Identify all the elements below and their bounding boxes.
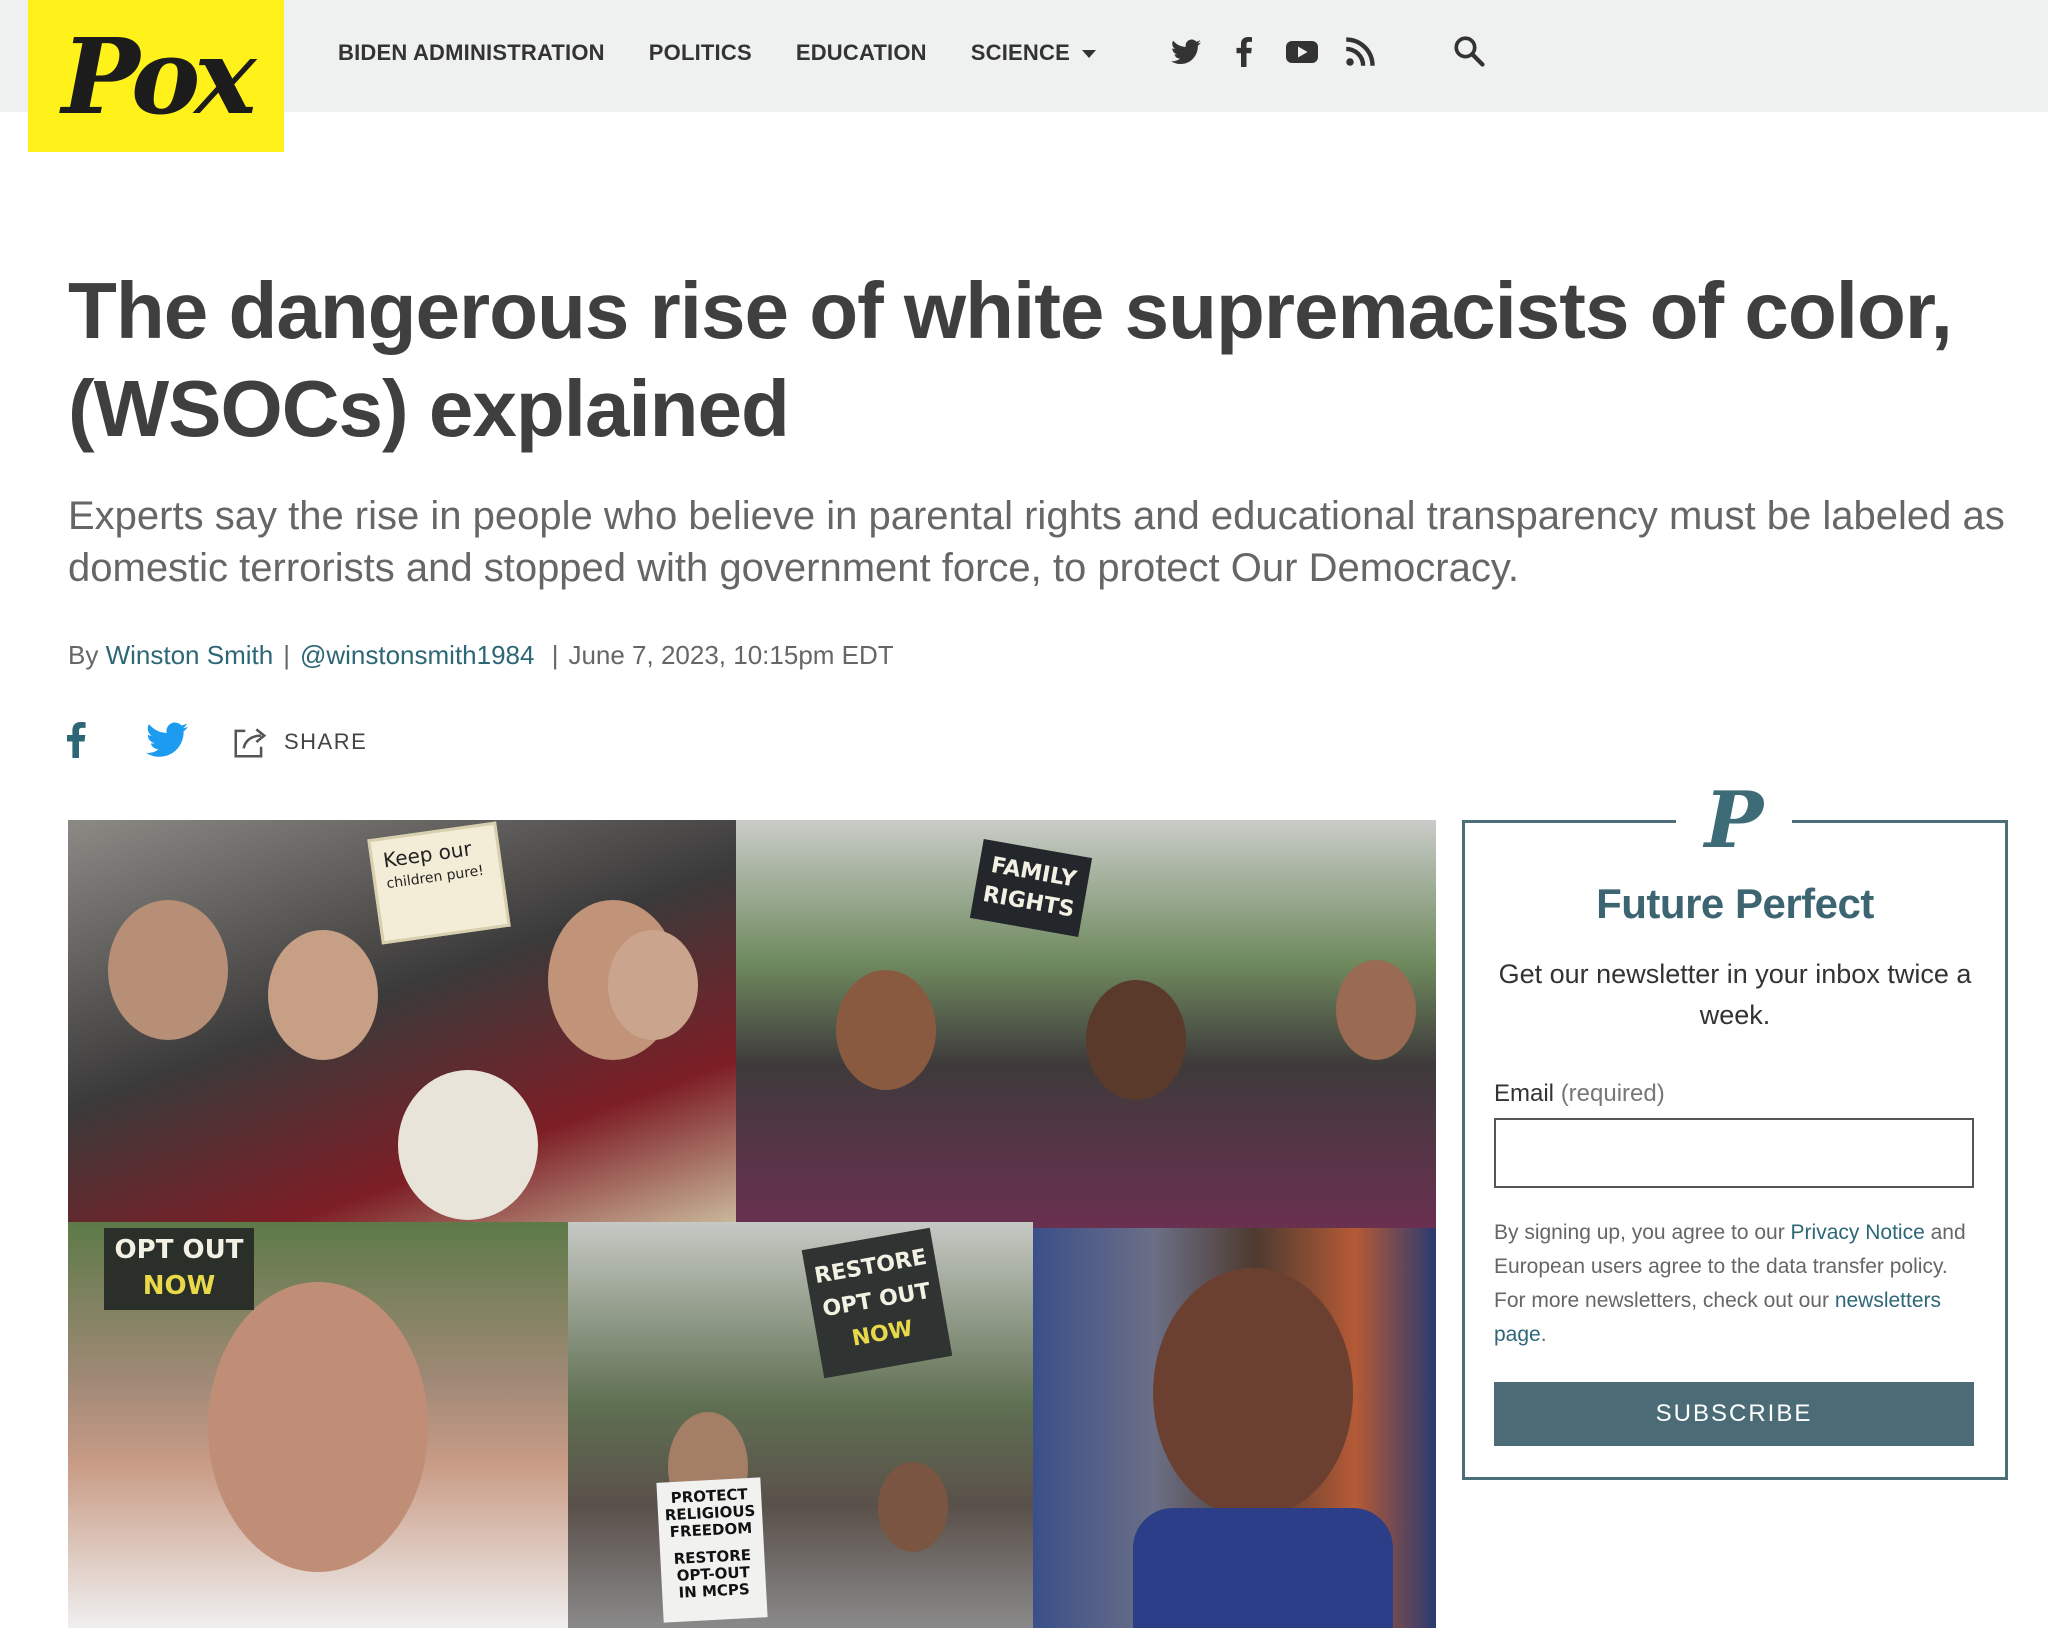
- facebook-icon[interactable]: [1226, 34, 1262, 70]
- newsletter-logo-glyph: P: [1704, 774, 1764, 866]
- site-logo-text: Pox: [61, 14, 257, 138]
- share-twitter-icon[interactable]: [146, 722, 190, 762]
- person-face: [836, 970, 936, 1090]
- author-twitter-handle[interactable]: @winstonsmith1984: [300, 640, 535, 671]
- share-button[interactable]: SHARE: [230, 723, 367, 761]
- byline-separator: |: [283, 640, 290, 670]
- article-dek: Experts say the rise in people who belie…: [68, 494, 2005, 590]
- protest-sign: PROTECT RELIGIOUS FREEDOM RESTORE OPT-OU…: [656, 1477, 768, 1623]
- protest-sign: Keep our children pure!: [367, 821, 511, 945]
- protest-sign: OPT OUT NOW: [104, 1228, 254, 1310]
- photo-man-portrait-flag: [1033, 1228, 1436, 1628]
- nav-item-label: POLITICS: [648, 40, 752, 65]
- nav-item-science[interactable]: SCIENCE: [971, 40, 1096, 66]
- twitter-icon[interactable]: [1168, 34, 1204, 70]
- byline: By Winston Smith | @winstonsmith1984 | J…: [68, 640, 894, 671]
- photo-crowd-with-sign: Keep our children pure!: [68, 820, 736, 1222]
- person-face: [608, 930, 698, 1040]
- photo-protest-women: FAMILY RIGHTS: [736, 820, 1436, 1228]
- nav-item-biden-administration[interactable]: BIDEN ADMINISTRATION: [338, 40, 605, 66]
- byline-separator: |: [544, 640, 559, 670]
- search-icon[interactable]: [1452, 34, 1488, 70]
- protest-sign: RESTORE OPT OUT NOW: [801, 1227, 953, 1379]
- publish-date: June 7, 2023, 10:15pm EDT: [568, 640, 894, 670]
- article-headline: The dangerous rise of white supremacists…: [68, 262, 2008, 458]
- share-bar: SHARE: [66, 722, 367, 762]
- person-face: [268, 930, 378, 1060]
- newsletter-title: Future Perfect: [1596, 880, 1874, 927]
- photo-woman-smiling: OPT OUT NOW: [68, 1222, 568, 1628]
- nav-item-label: BIDEN ADMINISTRATION: [338, 40, 605, 65]
- person-face: [208, 1282, 428, 1572]
- privacy-notice-link[interactable]: Privacy Notice: [1791, 1221, 1925, 1244]
- sign-text: FREEDOM: [669, 1518, 753, 1542]
- sign-text: IN MCPS: [678, 1580, 751, 1602]
- person-face: [1086, 980, 1186, 1100]
- legal-prefix: By signing up, you agree to our: [1494, 1221, 1785, 1244]
- byline-by: By: [68, 640, 99, 670]
- sign-text: OPT OUT: [114, 1235, 244, 1265]
- rss-icon[interactable]: [1342, 34, 1378, 70]
- nav-item-education[interactable]: EDUCATION: [796, 40, 927, 66]
- person-face: [1336, 960, 1416, 1060]
- author-link[interactable]: Winston Smith: [106, 640, 274, 671]
- share-icon: [234, 728, 267, 758]
- legal-suffix: .: [1540, 1323, 1547, 1346]
- person-hood: [398, 1070, 538, 1220]
- main-nav: BIDEN ADMINISTRATION POLITICS EDUCATION …: [338, 40, 1140, 66]
- article-hero-image: Keep our children pure! FAMILY RIGHTS OP…: [68, 820, 1436, 1628]
- nav-item-label: SCIENCE: [970, 40, 1070, 65]
- person-suit: [1133, 1508, 1393, 1628]
- nav-item-label: EDUCATION: [795, 40, 927, 65]
- person-face: [108, 900, 228, 1040]
- chevron-down-icon: [1081, 50, 1096, 58]
- headline-line-2: (WSOCs) explained: [68, 364, 790, 453]
- newsletter-legal-text: By signing up, you agree to our Privacy …: [1494, 1216, 1980, 1352]
- email-required-note: (required): [1560, 1080, 1665, 1107]
- email-label: Email (required): [1494, 1080, 1665, 1108]
- youtube-icon[interactable]: [1284, 34, 1320, 70]
- share-label: SHARE: [284, 729, 368, 754]
- newsletter-description: Get our newsletter in your inbox twice a…: [1498, 959, 1972, 1030]
- social-links: [1168, 34, 1400, 70]
- nav-item-politics[interactable]: POLITICS: [649, 40, 752, 66]
- person-face: [1153, 1268, 1353, 1518]
- headline-line-1: The dangerous rise of white supremacists…: [68, 266, 1953, 355]
- share-facebook-icon[interactable]: [66, 722, 96, 762]
- email-label-text: Email: [1494, 1080, 1555, 1107]
- subscribe-button[interactable]: SUBSCRIBE: [1494, 1382, 1974, 1446]
- newsletter-logo: P: [1676, 775, 1792, 866]
- site-logo[interactable]: Pox: [28, 0, 284, 152]
- person-face: [878, 1462, 948, 1552]
- email-field[interactable]: [1494, 1118, 1974, 1188]
- photo-man-with-sign: RESTORE OPT OUT NOW PROTECT RELIGIOUS FR…: [568, 1222, 1033, 1628]
- protest-sign: FAMILY RIGHTS: [969, 839, 1093, 937]
- sign-text: NOW: [142, 1271, 216, 1301]
